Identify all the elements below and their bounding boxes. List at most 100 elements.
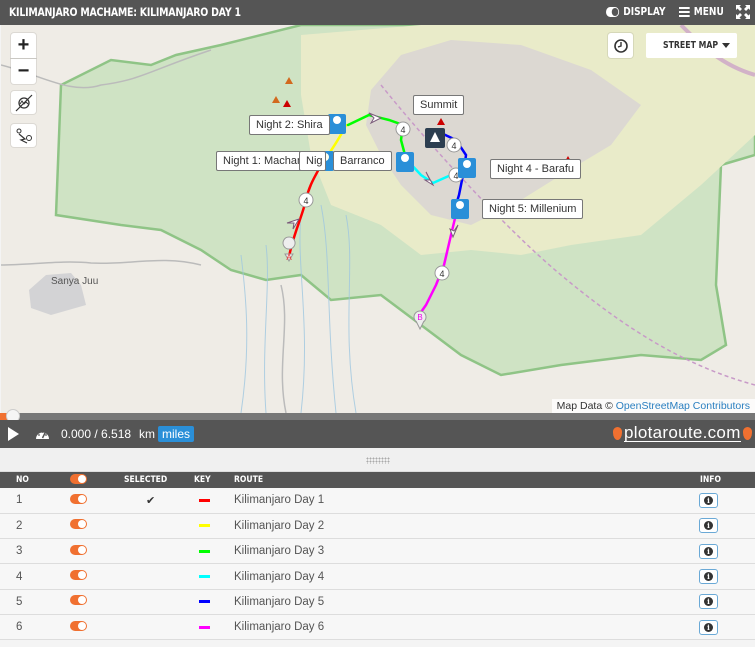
header-toggle[interactable]: [64, 472, 124, 488]
place-label-sanya-juu: Sanya Juu: [51, 276, 98, 287]
header-no: NO: [16, 475, 29, 485]
table-row[interactable]: 3 Kilimanjaro Day 3 i: [0, 538, 755, 564]
toggle-icon: [606, 6, 620, 17]
history-button[interactable]: [608, 33, 633, 58]
camp-label-summit: Summit: [413, 95, 465, 115]
row-number: 1: [16, 494, 23, 507]
playback-progress[interactable]: [0, 409, 755, 423]
info-button[interactable]: i: [699, 569, 718, 585]
info-button[interactable]: i: [699, 543, 718, 559]
page-title: KILIMANJARO MACHAME: KILIMANJARO DAY 1: [9, 5, 241, 19]
elevation-button[interactable]: [11, 91, 36, 114]
distance-readout: 0.000 / 6.518: [61, 427, 132, 441]
pin-b-icon: [742, 426, 752, 440]
info-button[interactable]: i: [699, 518, 718, 534]
route-name[interactable]: Kilimanjaro Day 5: [234, 589, 684, 614]
table-row[interactable]: 4 Kilimanjaro Day 4 i: [0, 563, 755, 590]
table-row[interactable]: 5 Kilimanjaro Day 5 i: [0, 589, 755, 615]
zoom-in-button[interactable]: +: [11, 33, 36, 58]
elevation-icon: [15, 94, 32, 111]
info-button[interactable]: i: [699, 594, 718, 610]
header-selected: SELECTED: [124, 475, 168, 485]
play-button[interactable]: [8, 427, 19, 441]
info-button[interactable]: i: [699, 492, 718, 508]
map-tiles: Sanya Juu 4 4 4 4 4 A B: [1, 25, 755, 413]
fullscreen-icon[interactable]: [736, 5, 750, 19]
svg-text:A: A: [286, 253, 292, 262]
route-points-icon: [16, 128, 32, 144]
top-bar: KILIMANJARO MACHAME: KILIMANJARO DAY 1 D…: [0, 0, 755, 25]
map-view[interactable]: Sanya Juu 4 4 4 4 4 A B + − STREET MAP N…: [1, 25, 755, 413]
hamburger-icon: [679, 6, 690, 17]
playback-bar: 0.000 / 6.518 km miles plotaroute.com: [0, 420, 755, 448]
route-color-key: [199, 498, 210, 502]
info-icon: i: [704, 495, 713, 505]
map-type-label: STREET MAP: [663, 40, 719, 51]
route-visibility-toggle[interactable]: [70, 544, 87, 555]
panel-resize-bar: [0, 448, 755, 472]
row-number: 2: [16, 519, 23, 532]
info-icon: i: [704, 572, 713, 582]
toggle-all[interactable]: [70, 473, 87, 484]
camp-label-night-3: Barranco: [333, 151, 392, 171]
route-name[interactable]: Kilimanjaro Day 1: [234, 488, 684, 513]
svg-text:4: 4: [453, 171, 458, 181]
route-color-key: [199, 625, 210, 629]
zoom-out-button[interactable]: −: [11, 59, 36, 84]
display-button[interactable]: DISPLAY: [606, 5, 666, 18]
camp-label-night-5: Night 5: Millenium: [482, 199, 584, 219]
svg-text:4: 4: [439, 269, 444, 279]
table-row[interactable]: 1 ✔ Kilimanjaro Day 1 i: [0, 488, 755, 514]
route-visibility-toggle[interactable]: [70, 620, 87, 631]
route-color-key: [199, 524, 210, 528]
route-color-key: [199, 600, 210, 604]
info-icon: i: [704, 597, 713, 607]
table-row[interactable]: 2 Kilimanjaro Day 2 i: [0, 513, 755, 539]
camp-label-night-4: Night 4 - Barafu: [490, 159, 582, 179]
clock-icon: [613, 38, 628, 53]
route-color-key: [199, 575, 210, 578]
menu-label: MENU: [693, 5, 724, 18]
unit-miles-button[interactable]: miles: [158, 426, 195, 442]
row-number: 6: [16, 621, 23, 634]
menu-button[interactable]: MENU: [679, 5, 724, 18]
attribution-text: Map Data ©: [556, 400, 613, 412]
table-row[interactable]: 6 Kilimanjaro Day 6 i: [0, 614, 755, 640]
map-type-select[interactable]: STREET MAP: [646, 33, 737, 58]
info-icon: i: [704, 521, 713, 531]
selected-check-icon[interactable]: ✔: [146, 495, 155, 507]
svg-text:4: 4: [400, 125, 405, 135]
svg-text:4: 4: [451, 141, 456, 151]
route-points-button[interactable]: [11, 124, 36, 147]
camp-label-night-2: Night 2: Shira: [249, 115, 330, 135]
info-icon: i: [704, 622, 713, 632]
brand-name: plotaroute.com: [624, 423, 741, 442]
info-button[interactable]: i: [699, 619, 718, 635]
header-info: INFO: [700, 475, 721, 485]
openstreetmap-link[interactable]: OpenStreetMap Contributors: [616, 400, 750, 412]
route-visibility-toggle[interactable]: [70, 595, 87, 606]
chevron-down-icon: [722, 43, 730, 48]
row-number: 5: [16, 595, 23, 608]
table-header: NO SELECTED KEY ROUTE INFO: [0, 472, 755, 488]
speedometer-icon[interactable]: [35, 428, 50, 440]
map-attribution: Map Data © OpenStreetMap Contributors: [551, 399, 755, 413]
unit-km-button[interactable]: km: [139, 427, 155, 441]
plotaroute-logo[interactable]: plotaroute.com: [613, 424, 752, 442]
route-visibility-toggle[interactable]: [70, 493, 87, 504]
row-number: 4: [16, 570, 23, 583]
route-name[interactable]: Kilimanjaro Day 6: [234, 614, 684, 639]
route-visibility-toggle[interactable]: [70, 570, 87, 581]
route-name[interactable]: Kilimanjaro Day 2: [234, 513, 684, 538]
pin-a-icon: [613, 426, 622, 440]
route-visibility-toggle[interactable]: [70, 519, 87, 530]
svg-text:B: B: [417, 313, 422, 322]
route-name[interactable]: Kilimanjaro Day 4: [234, 564, 684, 589]
routes-table: NO SELECTED KEY ROUTE INFO 1 ✔ Kilimanjaro…: [0, 472, 755, 640]
resize-handle[interactable]: [366, 457, 390, 464]
route-color-key: [199, 549, 210, 553]
row-number: 3: [16, 545, 23, 558]
display-label: DISPLAY: [623, 5, 666, 18]
route-name[interactable]: Kilimanjaro Day 3: [234, 539, 684, 564]
info-icon: i: [704, 546, 713, 556]
